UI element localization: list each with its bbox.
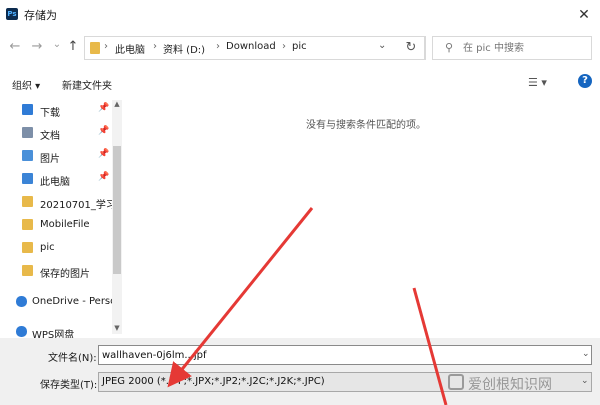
up-arrow-icon[interactable]: ↑ [64, 38, 82, 56]
filename-dropdown-chevron-icon[interactable]: ⌄ [582, 349, 590, 359]
breadcrumb-download[interactable]: Download [226, 41, 276, 52]
computer-icon [22, 173, 33, 184]
search-icon: ⚲ [445, 41, 454, 54]
forward-arrow-icon[interactable]: → [28, 38, 46, 56]
sidebar-scroll-thumb[interactable] [113, 146, 121, 274]
sidebar-item-label: OneDrive - Perso [32, 296, 112, 307]
download-icon [22, 104, 33, 115]
pin-icon: 📌 [98, 103, 110, 113]
filetype-label: 保存类型(T): [40, 380, 98, 391]
organize-menu-button[interactable]: 组织 ▾ [12, 77, 40, 92]
sidebar-item-onedrive[interactable]: OneDrive - Perso [0, 292, 112, 312]
sidebar-item-documents[interactable]: 文档 📌 [0, 123, 112, 143]
folder-icon [22, 219, 33, 230]
watermark-text: 爱创根知识网 [468, 377, 552, 393]
filetype-dropdown-chevron-icon[interactable]: ⌄ [581, 376, 589, 386]
sidebar-item-downloads[interactable]: 下载 📌 [0, 100, 112, 120]
command-toolbar: 组织 ▾ 新建文件夹 [0, 72, 600, 96]
empty-results-message: 没有与搜索条件匹配的项。 [306, 120, 426, 131]
sidebar-item-label: 20210701_学习 [40, 200, 112, 211]
file-list-area[interactable] [126, 96, 600, 336]
sidebar-item-this-pc[interactable]: 此电脑 📌 [0, 169, 112, 189]
pictures-icon [22, 150, 33, 161]
document-icon [22, 127, 33, 138]
scroll-down-arrow-icon[interactable]: ▼ [112, 324, 122, 332]
breadcrumb-separator: › [153, 41, 157, 52]
breadcrumb-separator: › [216, 41, 220, 52]
address-bar[interactable]: › 此电脑 › 资料 (D:) › Download › pic ⌄ [84, 36, 426, 60]
close-button[interactable]: ✕ [572, 4, 596, 26]
search-box[interactable]: ⚲ [432, 36, 592, 60]
filetype-value: JPEG 2000 (*.JPF;*.JPX;*.JP2;*.J2C;*.J2K… [102, 376, 325, 387]
refresh-button[interactable]: ↻ [398, 36, 425, 60]
address-dropdown-chevron-icon[interactable]: ⌄ [378, 40, 386, 51]
dialog-title: 存储为 [24, 9, 57, 22]
sidebar-item-label: MobileFile [40, 219, 90, 230]
scroll-up-arrow-icon[interactable]: ▲ [112, 100, 122, 108]
folder-icon [22, 196, 33, 207]
breadcrumb-pic[interactable]: pic [292, 41, 307, 52]
breadcrumb-drive-d[interactable]: 资料 (D:) [163, 41, 205, 56]
watermark-logo-icon [448, 374, 464, 390]
sidebar-item-pictures[interactable]: 图片 📌 [0, 146, 112, 166]
pin-icon: 📌 [98, 149, 110, 159]
pin-icon: 📌 [98, 172, 110, 182]
sidebar-item-label: pic [40, 242, 55, 253]
wps-cloud-icon [16, 326, 27, 337]
view-options-button[interactable]: ☰ ▾ [528, 76, 547, 89]
filename-label: 文件名(N): [48, 353, 97, 364]
sidebar-item-mobilefile[interactable]: MobileFile [0, 215, 112, 235]
title-bar: Ps 存储为 ✕ [0, 0, 600, 30]
folder-icon [22, 265, 33, 276]
pin-icon: 📌 [98, 126, 110, 136]
breadcrumb-separator: › [104, 41, 108, 52]
folder-icon [90, 42, 100, 54]
help-icon[interactable]: ? [578, 74, 592, 88]
sidebar-item-label: 保存的图片 [40, 269, 90, 280]
sidebar-item-folder-20210701[interactable]: 20210701_学习 [0, 192, 112, 212]
sidebar-item-pic[interactable]: pic [0, 238, 112, 258]
photoshop-app-icon: Ps [6, 8, 18, 20]
filename-input[interactable] [98, 345, 592, 365]
folder-icon [22, 242, 33, 253]
breadcrumb-this-pc[interactable]: 此电脑 [115, 41, 145, 56]
navigation-pane: 下载 📌 文档 📌 图片 📌 此电脑 📌 20210701_学习 MobileF… [0, 96, 124, 341]
back-arrow-icon[interactable]: ← [6, 38, 24, 56]
sidebar-item-saved-pictures[interactable]: 保存的图片 [0, 261, 112, 281]
cloud-icon [16, 296, 27, 307]
search-input[interactable] [463, 37, 583, 59]
breadcrumb-separator: › [282, 41, 286, 52]
new-folder-button[interactable]: 新建文件夹 [62, 77, 112, 92]
